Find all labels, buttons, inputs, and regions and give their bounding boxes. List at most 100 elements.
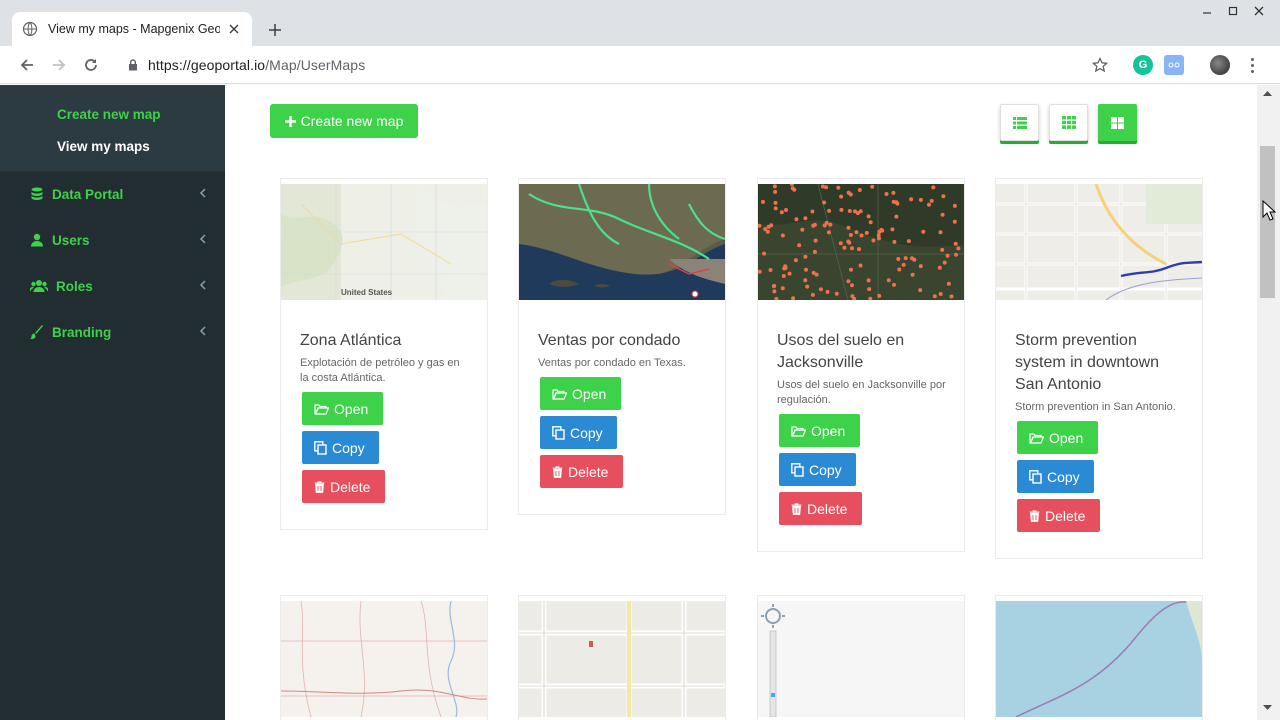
maps-submenu: Create new map View my maps xyxy=(0,85,225,171)
copy-button[interactable]: Copy xyxy=(540,416,617,449)
land-use-point xyxy=(870,184,875,189)
land-use-point xyxy=(940,247,945,252)
map-country-label: United States xyxy=(341,288,393,297)
map-thumbnail[interactable] xyxy=(758,184,964,300)
scroll-down-arrow-icon[interactable] xyxy=(1262,703,1273,713)
scrollbar-thumb[interactable] xyxy=(1260,146,1275,298)
lock-icon xyxy=(126,58,140,72)
open-button[interactable]: Open xyxy=(540,377,621,410)
land-use-point xyxy=(857,247,861,252)
land-use-point xyxy=(946,281,951,286)
forward-arrow-icon[interactable] xyxy=(47,53,71,77)
land-use-point xyxy=(768,268,773,272)
map-thumbnail[interactable] xyxy=(996,601,1202,717)
sidebar-item-branding[interactable]: Branding xyxy=(0,309,225,355)
open-label: Open xyxy=(572,385,607,402)
land-use-point xyxy=(846,225,851,230)
folder-open-icon xyxy=(1029,432,1044,444)
create-new-map-button[interactable]: Create new map xyxy=(270,104,418,138)
chevron-left-icon xyxy=(199,234,206,244)
land-use-point xyxy=(938,292,943,296)
copy-icon xyxy=(552,425,565,440)
back-arrow-icon[interactable] xyxy=(15,53,39,77)
sidebar-item-view-my-maps[interactable]: View my maps xyxy=(0,131,225,163)
browser-tab[interactable]: View my maps - Mapgenix GeoP xyxy=(12,12,252,46)
close-window-button[interactable] xyxy=(1246,2,1272,20)
copy-button[interactable]: Copy xyxy=(302,431,379,464)
extension-icon[interactable] xyxy=(1164,55,1184,75)
new-tab-button[interactable] xyxy=(262,17,288,43)
map-thumbnail[interactable] xyxy=(519,184,725,300)
url-host: https://geoportal.io xyxy=(148,57,266,73)
open-button[interactable]: Open xyxy=(1017,421,1098,454)
land-use-point xyxy=(954,252,959,257)
land-use-point xyxy=(783,264,788,269)
land-use-point xyxy=(790,186,795,191)
land-use-point xyxy=(779,210,784,215)
map-thumbnail[interactable] xyxy=(281,601,487,717)
map-card: Usos del suelo en Jacksonville Usos del … xyxy=(757,178,965,552)
sidebar-item-users[interactable]: Users xyxy=(0,217,225,263)
grammarly-extension-icon[interactable]: G xyxy=(1133,55,1153,75)
list-view-button[interactable] xyxy=(1000,104,1039,141)
copy-button[interactable]: Copy xyxy=(1017,460,1094,493)
map-thumbnail[interactable] xyxy=(996,184,1202,300)
address-bar[interactable]: https://geoportal.io/Map/UserMaps xyxy=(114,50,1118,80)
scroll-up-arrow-icon[interactable] xyxy=(1262,88,1273,98)
card-actions: Open Copy Delete xyxy=(758,414,964,551)
map-thumbnail[interactable] xyxy=(758,601,964,717)
land-use-point xyxy=(903,256,908,261)
land-use-point xyxy=(901,262,906,267)
open-button[interactable]: Open xyxy=(779,414,860,447)
land-use-point xyxy=(803,278,808,283)
land-use-point xyxy=(877,236,881,241)
delete-button[interactable]: Delete xyxy=(779,492,862,525)
delete-button[interactable]: Delete xyxy=(540,455,623,488)
maximize-button[interactable] xyxy=(1220,2,1246,20)
chevron-left-icon xyxy=(199,188,206,198)
close-tab-icon[interactable] xyxy=(226,21,242,37)
sidebar-item-data-portal[interactable]: Data Portal xyxy=(0,171,225,217)
land-use-point xyxy=(787,271,792,276)
land-use-point xyxy=(834,291,839,296)
land-use-point xyxy=(884,192,889,196)
land-use-point xyxy=(938,230,943,235)
land-use-point xyxy=(762,251,767,256)
land-use-point xyxy=(895,201,900,206)
sidebar-item-label: Data Portal xyxy=(52,186,124,202)
database-icon xyxy=(30,187,44,201)
copy-label: Copy xyxy=(809,461,842,478)
land-use-point xyxy=(952,219,957,224)
card-actions: Open Copy Delete xyxy=(519,377,725,514)
land-use-point xyxy=(864,230,869,235)
map-title: Usos del suelo en Jacksonville xyxy=(777,332,905,371)
land-use-point xyxy=(812,222,817,227)
open-label: Open xyxy=(1049,429,1084,446)
land-use-point xyxy=(871,238,876,243)
delete-button[interactable]: Delete xyxy=(1017,499,1100,532)
grid-small-view-button[interactable] xyxy=(1049,104,1088,141)
land-use-point xyxy=(921,229,926,234)
open-button[interactable]: Open xyxy=(302,392,383,425)
reload-icon[interactable] xyxy=(79,53,103,77)
minimize-button[interactable] xyxy=(1194,2,1220,20)
map-thumbnail[interactable] xyxy=(519,601,725,717)
land-use-point xyxy=(761,199,765,204)
sidebar-item-create-new-map[interactable]: Create new map xyxy=(0,99,225,131)
land-use-point xyxy=(866,214,871,219)
copy-button[interactable]: Copy xyxy=(779,453,856,486)
map-thumbnail[interactable]: United States xyxy=(281,184,487,300)
browser-menu-icon[interactable] xyxy=(1244,55,1260,75)
tab-title: View my maps - Mapgenix GeoP xyxy=(48,22,220,36)
grid-small-icon xyxy=(1061,116,1076,129)
delete-label: Delete xyxy=(1045,507,1086,524)
sidebar-item-roles[interactable]: Roles xyxy=(0,263,225,309)
profile-avatar[interactable] xyxy=(1210,55,1230,75)
land-use-point xyxy=(763,227,768,232)
bookmark-star-icon[interactable] xyxy=(1090,55,1110,75)
map-card: Storm prevention system in downtown San … xyxy=(995,178,1203,559)
delete-label: Delete xyxy=(807,500,848,517)
delete-button[interactable]: Delete xyxy=(302,470,385,503)
grid-large-view-button[interactable] xyxy=(1098,104,1137,141)
open-label: Open xyxy=(334,400,369,417)
